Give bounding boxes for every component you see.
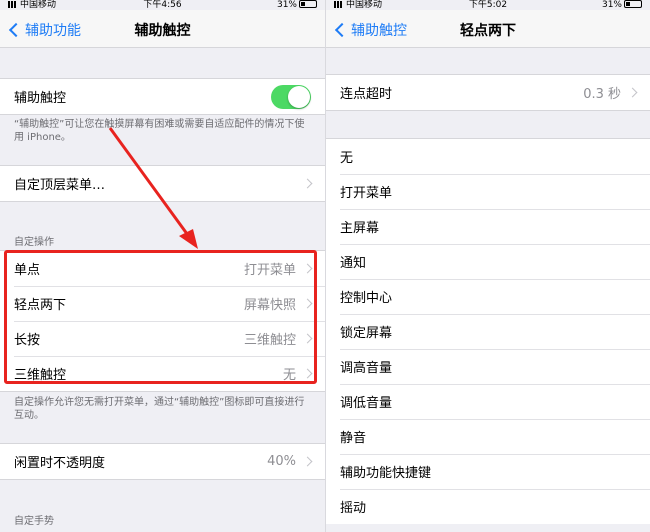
option-label: 无 (340, 151, 354, 166)
option-row[interactable]: 无 (326, 139, 650, 174)
option-label: 打开菜单 (340, 186, 393, 201)
chevron-right-icon (627, 87, 638, 98)
option-row[interactable]: 辅助功能快捷键 (326, 454, 650, 489)
option-label: 调高音量 (340, 361, 393, 376)
option-label: 通知 (340, 256, 367, 271)
page-title: 轻点两下 (460, 23, 516, 39)
option-label: 静音 (340, 431, 367, 446)
battery-icon (624, 0, 642, 8)
option-row[interactable]: 控制中心 (326, 279, 650, 314)
timeout-value: 0.3 秒 (583, 87, 621, 102)
options-list: 无 打开菜单 主屏幕 通知 控制中心 锁定屏幕 调高音量 调低音量 静音 辅助功… (326, 138, 650, 524)
option-label: 主屏幕 (340, 221, 380, 236)
option-row[interactable]: 调低音量 (326, 384, 650, 419)
option-label: 调低音量 (340, 396, 393, 411)
option-row[interactable]: 静音 (326, 419, 650, 454)
option-label: 辅助功能快捷键 (340, 466, 432, 481)
right-screen: 中国移动 下午5:02 31% 辅助触控 轻点两下 连点超时 0.3 秒 无 打… (325, 0, 650, 532)
timeout-label: 连点超时 (340, 87, 393, 102)
timeout-group: 连点超时 0.3 秒 (326, 74, 650, 111)
option-label: 摇动 (340, 501, 367, 516)
annotation-arrow-icon (108, 127, 198, 249)
option-row[interactable]: 锁定屏幕 (326, 314, 650, 349)
option-label: 控制中心 (340, 291, 393, 306)
option-row[interactable]: 通知 (326, 244, 650, 279)
option-label: 锁定屏幕 (340, 326, 393, 341)
option-row[interactable]: 调高音量 (326, 349, 650, 384)
nav-bar: 辅助触控 轻点两下 (326, 10, 650, 48)
option-row[interactable]: 主屏幕 (326, 209, 650, 244)
left-screen: 中国移动 下午4:56 31% 辅助功能 辅助触控 辅助触控 “辅助触控”可让您… (0, 0, 325, 532)
option-row[interactable]: 摇动 (326, 489, 650, 524)
double-tap-timeout-row[interactable]: 连点超时 0.3 秒 (326, 75, 650, 110)
battery-label: 31% (601, 0, 622, 10)
option-row[interactable]: 打开菜单 (326, 174, 650, 209)
status-bar: 中国移动 下午5:02 31% (326, 0, 650, 10)
